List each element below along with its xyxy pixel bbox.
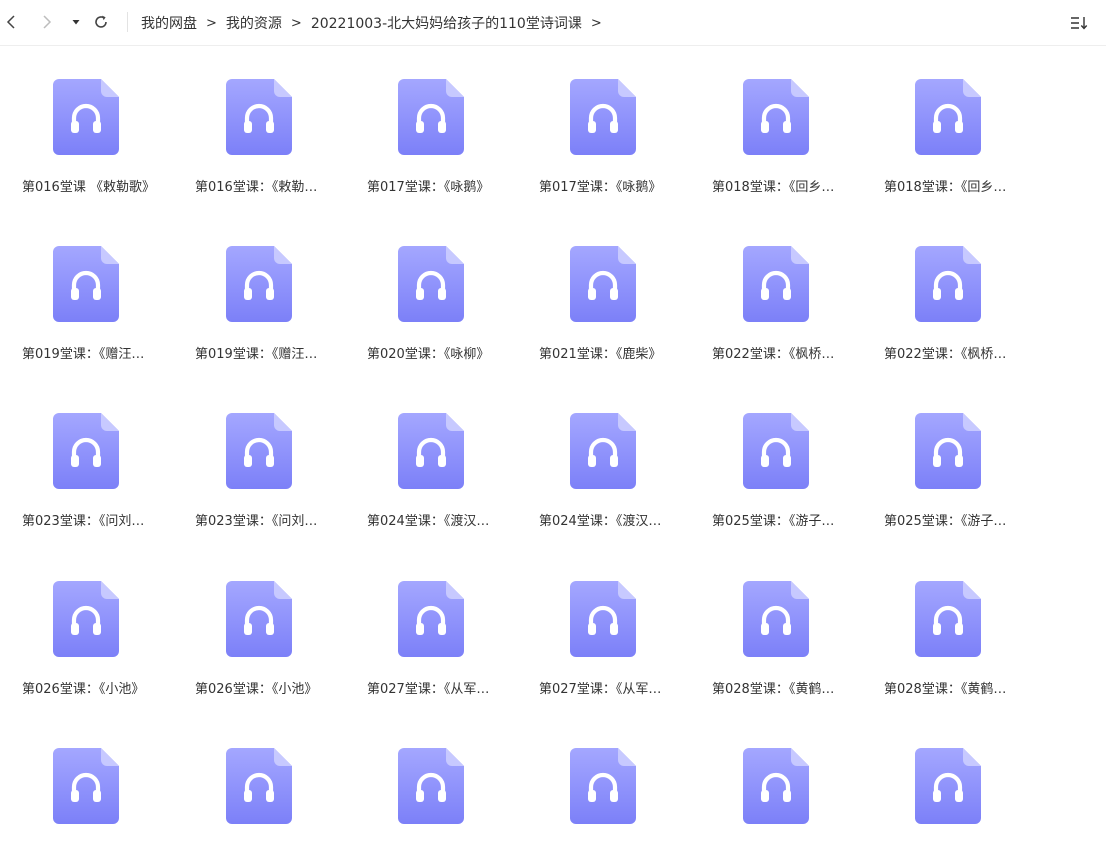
audio-file-icon: [53, 79, 119, 155]
file-name-label: 第027堂课：《从军行》: [367, 682, 502, 697]
file-name-label: 第024堂课：《渡汉江》: [367, 514, 502, 529]
audio-file-icon: [743, 748, 809, 824]
file-item[interactable]: 第024堂课：《渡汉江》: [539, 380, 689, 530]
file-name-label: 第028堂课：《黄鹤楼》: [884, 682, 1019, 697]
breadcrumb-separator: >: [290, 15, 302, 31]
audio-file-icon: [570, 748, 636, 824]
sort-button[interactable]: [1068, 12, 1090, 34]
file-name-label: 第025堂课：《游子吟》: [712, 514, 847, 529]
file-item[interactable]: 第025堂课：《游子吟》: [712, 380, 862, 530]
file-item[interactable]: 第026堂课：《小池》: [195, 548, 345, 698]
file-name-label: 第027堂课：《从军行》: [539, 682, 674, 697]
file-name-label: 第026堂课：《小池》: [195, 682, 318, 697]
audio-file-icon: [743, 581, 809, 657]
file-item[interactable]: 第019堂课：《赠汪伦》: [195, 213, 345, 363]
toolbar: 我的网盘 > 我的资源 > 20221003-北大妈妈给孩子的110堂诗词课 >: [0, 0, 1106, 46]
file-name-label: 第017堂课：《咏鹅》: [539, 180, 662, 195]
file-item[interactable]: 第022堂课：《枫桥夜泊》: [712, 213, 862, 363]
breadcrumb-separator: >: [590, 15, 602, 31]
file-name-label: 第016堂课：《敕勒歌》: [195, 180, 330, 195]
audio-file-icon: [226, 581, 292, 657]
file-grid: 第016堂课 《敕勒歌》 第016堂课：《敕勒歌》 第017堂课：《咏鹅》 第017堂…: [0, 46, 1106, 843]
file-name-label: 第018堂课：《回乡偶书》: [712, 180, 847, 195]
audio-file-icon: [398, 413, 464, 489]
file-name-label: 第019堂课：《赠汪伦》: [195, 347, 330, 362]
file-item[interactable]: 第018堂课：《回乡偶书》: [712, 46, 862, 196]
file-item[interactable]: 第021堂课：《鹿柴》: [539, 213, 689, 363]
file-name-label: 第018堂课：《回乡偶书》: [884, 180, 1019, 195]
file-name-label: 第024堂课：《渡汉江》: [539, 514, 674, 529]
file-item[interactable]: 第025堂课：《游子吟》: [884, 380, 1034, 530]
breadcrumb: 我的网盘 > 我的资源 > 20221003-北大妈妈给孩子的110堂诗词课 >: [141, 0, 611, 46]
audio-file-icon: [915, 246, 981, 322]
audio-file-icon: [915, 79, 981, 155]
file-item[interactable]: 第017堂课：《咏鹅》: [539, 46, 689, 196]
audio-file-icon: [743, 246, 809, 322]
file-item[interactable]: 第027堂课：《从军行》: [539, 548, 689, 698]
audio-file-icon: [570, 246, 636, 322]
file-item[interactable]: 第028堂课：《黄鹤楼》: [884, 548, 1034, 698]
refresh-icon: [95, 15, 107, 28]
audio-file-icon: [570, 79, 636, 155]
audio-file-icon: [226, 748, 292, 824]
audio-file-icon: [915, 413, 981, 489]
file-item[interactable]: 第027堂课：《从军行》: [367, 548, 517, 698]
audio-file-icon: [53, 748, 119, 824]
breadcrumb-item-current-folder[interactable]: 20221003-北大妈妈给孩子的110堂诗词课: [311, 13, 582, 33]
audio-file-icon: [570, 413, 636, 489]
refresh-button[interactable]: [90, 11, 112, 33]
forward-button[interactable]: [36, 11, 58, 33]
file-name-label: 第016堂课 《敕勒歌》: [22, 180, 155, 195]
audio-file-icon: [398, 79, 464, 155]
caret-down-icon: [72, 20, 80, 25]
file-name-label: 第019堂课：《赠汪伦》: [22, 347, 157, 362]
file-name-label: 第025堂课：《游子吟》: [884, 514, 1019, 529]
audio-file-icon: [915, 581, 981, 657]
file-item[interactable]: 第023堂课：《问刘十九》: [22, 380, 172, 530]
audio-file-icon: [915, 748, 981, 824]
file-item[interactable]: 第016堂课 《敕勒歌》: [22, 46, 172, 196]
audio-file-icon: [226, 246, 292, 322]
chevron-left-icon: [6, 15, 15, 29]
audio-file-icon: [398, 581, 464, 657]
file-item[interactable]: 第017堂课：《咏鹅》: [367, 46, 517, 196]
audio-file-icon: [53, 413, 119, 489]
breadcrumb-item-netdisk[interactable]: 我的网盘: [141, 13, 197, 33]
file-name-label: 第021堂课：《鹿柴》: [539, 347, 662, 362]
file-item[interactable]: 第026堂课：《小池》: [22, 548, 172, 698]
audio-file-icon: [53, 581, 119, 657]
audio-file-icon: [743, 413, 809, 489]
chevron-right-icon: [43, 15, 52, 29]
history-dropdown-button[interactable]: [65, 11, 87, 33]
audio-file-icon: [398, 748, 464, 824]
toolbar-divider: [127, 12, 128, 32]
back-button[interactable]: [0, 11, 22, 33]
file-item[interactable]: 第024堂课：《渡汉江》: [367, 380, 517, 530]
file-name-label: 第022堂课：《枫桥夜泊》: [712, 347, 847, 362]
audio-file-icon: [398, 246, 464, 322]
breadcrumb-item-resources[interactable]: 我的资源: [226, 13, 282, 33]
file-name-label: 第028堂课：《黄鹤楼》: [712, 682, 847, 697]
file-name-label: 第023堂课：《问刘十九》: [195, 514, 330, 529]
file-item[interactable]: 第020堂课：《咏柳》: [367, 213, 517, 363]
audio-file-icon: [53, 246, 119, 322]
audio-file-icon: [226, 413, 292, 489]
file-item[interactable]: 第028堂课：《黄鹤楼》: [712, 548, 862, 698]
audio-file-icon: [226, 79, 292, 155]
file-name-label: 第017堂课：《咏鹅》: [367, 180, 490, 195]
file-item[interactable]: 第016堂课：《敕勒歌》: [195, 46, 345, 196]
audio-file-icon: [743, 79, 809, 155]
file-name-label: 第023堂课：《问刘十九》: [22, 514, 157, 529]
file-item[interactable]: 第018堂课：《回乡偶书》: [884, 46, 1034, 196]
audio-file-icon: [570, 581, 636, 657]
file-item[interactable]: 第019堂课：《赠汪伦》: [22, 213, 172, 363]
file-name-label: 第020堂课：《咏柳》: [367, 347, 490, 362]
file-name-label: 第022堂课：《枫桥夜泊》: [884, 347, 1019, 362]
breadcrumb-separator: >: [206, 15, 217, 31]
file-name-label: 第026堂课：《小池》: [22, 682, 145, 697]
file-item[interactable]: 第022堂课：《枫桥夜泊》: [884, 213, 1034, 363]
sort-icon: [1071, 17, 1088, 30]
file-item[interactable]: 第023堂课：《问刘十九》: [195, 380, 345, 530]
